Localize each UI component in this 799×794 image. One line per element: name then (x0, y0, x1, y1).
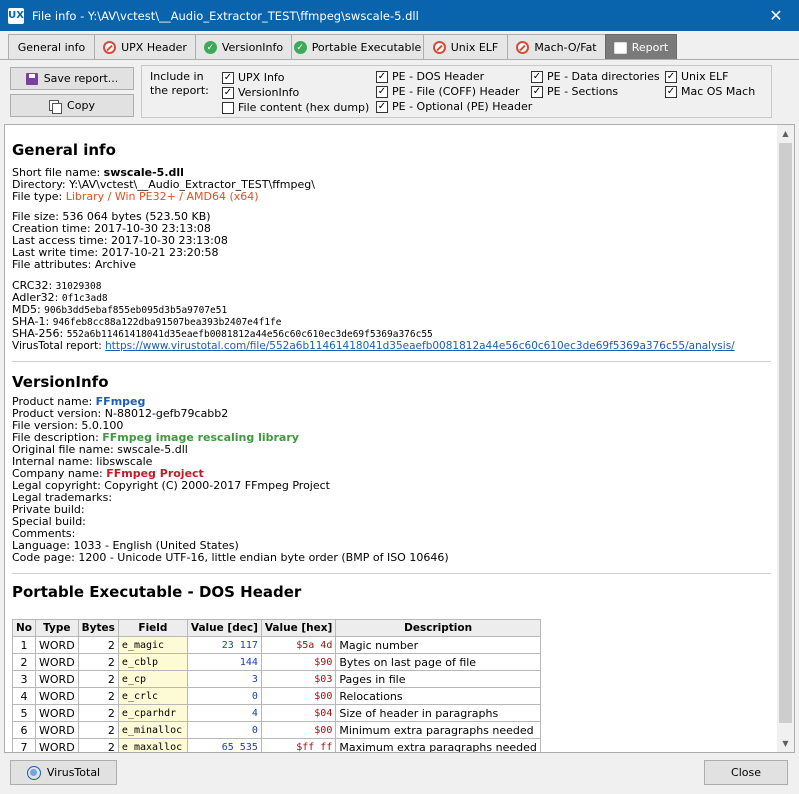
tab-label: Report (631, 41, 669, 54)
no-entry-icon (432, 41, 446, 54)
table-row: 2 WORD 2 e_cblp 144 $90 Bytes on last page of … (11, 653, 541, 671)
tab-divider (0, 59, 799, 60)
checkbox-upx-info[interactable]: ✓ UPX Info (222, 71, 285, 84)
tab-portable-executable[interactable]: ✓ Portable Executable (291, 34, 424, 60)
tab-label: Mach-O/Fat (534, 41, 597, 54)
copy-label: Copy (67, 99, 95, 112)
checkbox-mac-os-mach[interactable]: ✓ Mac OS Mach (665, 85, 755, 98)
tab-report[interactable]: Report (605, 34, 677, 60)
title-bar: UX File info - Y:\AV\vctest\__Audio_Extr… (0, 0, 799, 31)
table-row: 1 WORD 2 e_magic 23 117 $5a 4d Magic number (11, 636, 541, 654)
tab-label: Unix ELF (450, 41, 499, 54)
window-close-icon[interactable]: ✕ (753, 0, 799, 31)
include-label: Include in the report: (150, 70, 209, 97)
include-options-panel: Include in the report: ✓ UPX Info ✓ Versio… (141, 65, 772, 118)
tab-versioninfo[interactable]: ✓ VersionInfo (195, 34, 292, 60)
checkbox-box[interactable]: ✓ (222, 71, 234, 84)
vertical-scrollbar[interactable]: ▲ ▼ (777, 125, 794, 752)
checkbox-box[interactable]: ✓ (665, 85, 677, 98)
table-row: 3 WORD 2 e_cp 3 $03 Pages in file (11, 670, 541, 688)
tab-mach-o-fat[interactable]: Mach-O/Fat (507, 34, 606, 60)
window-title: File info - Y:\AV\vctest\__Audio_Extract… (32, 8, 419, 23)
checkbox-box[interactable]: ✓ (665, 70, 677, 83)
column-header: Value [hex] (260, 619, 337, 637)
virustotal-button[interactable]: VirusTotal (10, 760, 117, 785)
checkbox-box[interactable]: ✓ (376, 85, 388, 98)
section-divider (12, 573, 771, 574)
file-type: File type: Library / Win PE32+ / AMD64 (… (12, 190, 259, 203)
copy-button[interactable]: Copy (10, 94, 134, 117)
checkbox-box[interactable] (222, 101, 234, 114)
section-divider (12, 361, 771, 362)
save-report-button[interactable]: Save report... (10, 67, 134, 90)
column-header: Field (117, 619, 188, 637)
checkbox-pe-data-directories[interactable]: ✓ PE - Data directories (531, 70, 660, 83)
checkbox-pe-sections[interactable]: ✓ PE - Sections (531, 85, 618, 98)
checkbox-box[interactable]: ✓ (531, 85, 543, 98)
save-report-label: Save report... (43, 72, 119, 85)
checkbox-pe-file-header[interactable]: ✓ PE - File (COFF) Header (376, 85, 520, 98)
virustotal-label: VirusTotal (46, 766, 101, 779)
column-header: Bytes (77, 619, 119, 637)
column-header: No (11, 619, 37, 637)
checkbox-box[interactable]: ✓ (531, 70, 543, 83)
report-icon (613, 41, 627, 54)
column-header: Value [dec] (186, 619, 262, 637)
tab-label: UPX Header (121, 41, 187, 54)
checkbox-file-content[interactable]: File content (hex dump) (222, 101, 369, 114)
scroll-up-icon[interactable]: ▲ (777, 125, 794, 142)
tab-bar: General info UPX Header ✓ VersionInfo ✓ … (8, 34, 677, 60)
table-row: 5 WORD 2 e_cparhdr 4 $04 Size of header in par… (11, 704, 541, 722)
file-attributes: File attributes: Archive (12, 258, 136, 271)
virustotal-report: VirusTotal report: https://www.virustota… (12, 340, 735, 352)
table-row: 4 WORD 2 e_crlc 0 $00 Relocations (11, 687, 541, 705)
tab-label: Portable Executable (311, 41, 422, 54)
checkbox-box[interactable]: ✓ (222, 86, 234, 99)
column-header: Description (335, 619, 541, 637)
virustotal-link[interactable]: https://www.virustotal.com/file/552a6b11… (105, 340, 735, 352)
check-icon: ✓ (203, 41, 217, 54)
table-header-row: No Type Bytes Field Value [dec] Value [h… (11, 619, 541, 637)
scroll-down-icon[interactable]: ▼ (777, 735, 794, 752)
checkbox-unix-elf[interactable]: ✓ Unix ELF (665, 70, 729, 83)
scrollbar-thumb[interactable] (779, 143, 792, 723)
checkbox-box[interactable]: ✓ (376, 100, 388, 113)
table-row: 7 WORD 2 e_maxalloc 65 535 $ff ff Maximum extr… (11, 738, 541, 752)
dos-header-table: No Type Bytes Field Value [dec] Value [h… (11, 619, 541, 752)
tab-upx-header[interactable]: UPX Header (94, 34, 196, 60)
app-icon: UX (8, 7, 24, 24)
copy-icon (49, 99, 63, 114)
no-entry-icon (516, 41, 530, 54)
tab-label: General info (17, 41, 86, 54)
checkbox-pe-optional-header[interactable]: ✓ PE - Optional (PE) Header (376, 100, 532, 113)
checkbox-versioninfo[interactable]: ✓ VersionInfo (222, 86, 299, 99)
tab-unix-elf[interactable]: Unix ELF (423, 34, 508, 60)
versioninfo-heading: VersionInfo (12, 373, 109, 391)
report-view[interactable]: General info Short file name: swscale-5.… (4, 124, 795, 753)
checkbox-box[interactable]: ✓ (376, 70, 388, 83)
tab-label: VersionInfo (221, 41, 284, 54)
close-label: Close (731, 766, 761, 779)
globe-icon (26, 765, 41, 780)
table-row: 6 WORD 2 e_minalloc 0 $00 Minimum extra paragr… (11, 721, 541, 739)
no-entry-icon (103, 41, 117, 54)
floppy-disk-icon (25, 72, 38, 85)
checkbox-pe-dos-header[interactable]: ✓ PE - DOS Header (376, 70, 484, 83)
code-page: Code page: 1200 - Unicode UTF-16, little… (12, 551, 449, 564)
check-icon: ✓ (293, 41, 307, 54)
tab-general-info[interactable]: General info (8, 34, 95, 60)
dos-header-heading: Portable Executable - DOS Header (12, 583, 302, 601)
general-info-heading: General info (12, 141, 116, 159)
close-button[interactable]: Close (704, 760, 788, 785)
column-header: Type (35, 619, 79, 637)
